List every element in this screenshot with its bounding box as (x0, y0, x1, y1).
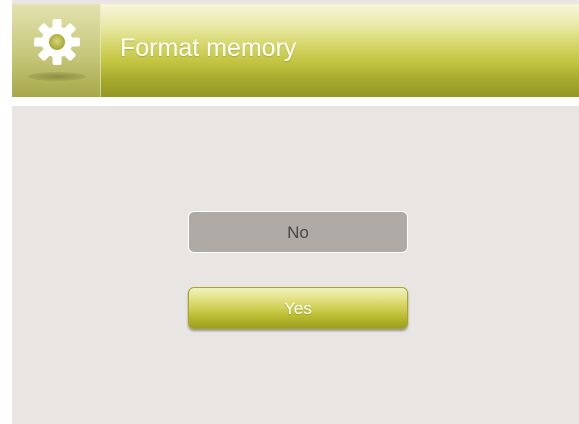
gear-shadow (28, 72, 86, 81)
gear-icon (34, 19, 80, 65)
format-memory-screen: Format memory No Yes (12, 0, 579, 424)
no-button[interactable]: No (188, 211, 408, 253)
header-divider (12, 97, 579, 106)
yes-button[interactable]: Yes (188, 287, 408, 329)
page-title: Format memory (120, 34, 297, 62)
settings-icon-panel (12, 4, 101, 97)
